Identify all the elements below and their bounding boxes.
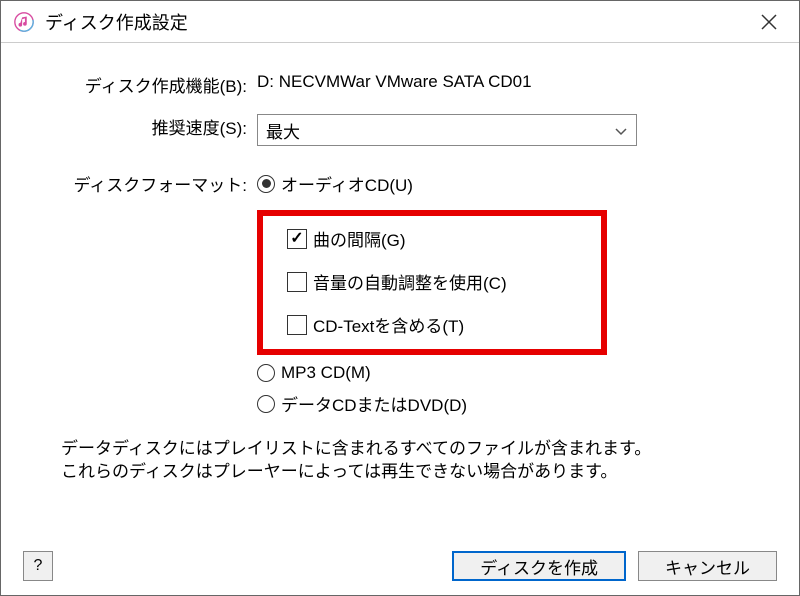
- radio-label: MP3 CD(M): [281, 363, 371, 383]
- dialog-window: ディスク作成設定 ディスク作成機能(B): D: NECVMWar VMware…: [0, 0, 800, 596]
- chevron-down-icon: [614, 123, 628, 137]
- radio-label: データCDまたはDVD(D): [281, 391, 467, 416]
- speed-select[interactable]: 最大: [257, 114, 637, 146]
- checkbox-icon: [287, 272, 307, 292]
- help-button[interactable]: ?: [23, 551, 53, 581]
- checkbox-icon: [287, 315, 307, 335]
- titlebar: ディスク作成設定: [1, 1, 799, 43]
- radio-icon: [257, 364, 275, 382]
- radio-icon: [257, 395, 275, 413]
- app-icon: [13, 11, 35, 33]
- checkbox-label: 音量の自動調整を使用(C): [313, 269, 507, 294]
- radio-icon: [257, 175, 275, 193]
- close-button[interactable]: [747, 2, 791, 42]
- burn-button[interactable]: ディスクを作成: [452, 551, 626, 581]
- checkbox-label: 曲の間隔(G): [313, 226, 406, 251]
- checkbox-gap[interactable]: 曲の間隔(G): [287, 226, 577, 251]
- checkbox-soundcheck[interactable]: 音量の自動調整を使用(C): [287, 269, 577, 294]
- content-area: ディスク作成機能(B): D: NECVMWar VMware SATA CD0…: [1, 43, 799, 537]
- info-line-1: データディスクにはプレイリストに含まれるすべてのファイルが含まれます。: [61, 438, 771, 461]
- window-title: ディスク作成設定: [45, 9, 747, 35]
- info-text: データディスクにはプレイリストに含まれるすべてのファイルが含まれます。 これらの…: [29, 438, 771, 484]
- cancel-button[interactable]: キャンセル: [638, 551, 777, 581]
- speed-label: 推奨速度(S):: [29, 111, 257, 139]
- burner-value: D: NECVMWar VMware SATA CD01: [257, 69, 771, 92]
- info-line-2: これらのディスクはプレーヤーによっては再生できない場合があります。: [61, 461, 771, 484]
- radio-label: オーディオCD(U): [281, 171, 413, 196]
- highlight-box: 曲の間隔(G) 音量の自動調整を使用(C) CD-Textを含める(T): [257, 210, 607, 355]
- speed-selected-value: 最大: [266, 118, 614, 143]
- radio-mp3-cd[interactable]: MP3 CD(M): [257, 363, 771, 383]
- burner-label: ディスク作成機能(B):: [29, 69, 257, 97]
- checkbox-label: CD-Textを含める(T): [313, 312, 464, 337]
- checkbox-icon: [287, 229, 307, 249]
- footer: ? ディスクを作成 キャンセル: [1, 537, 799, 595]
- format-label: ディスクフォーマット:: [29, 168, 257, 196]
- checkbox-cdtext[interactable]: CD-Textを含める(T): [287, 312, 577, 337]
- radio-data-cd[interactable]: データCDまたはDVD(D): [257, 391, 771, 416]
- radio-audio-cd[interactable]: オーディオCD(U): [257, 171, 771, 196]
